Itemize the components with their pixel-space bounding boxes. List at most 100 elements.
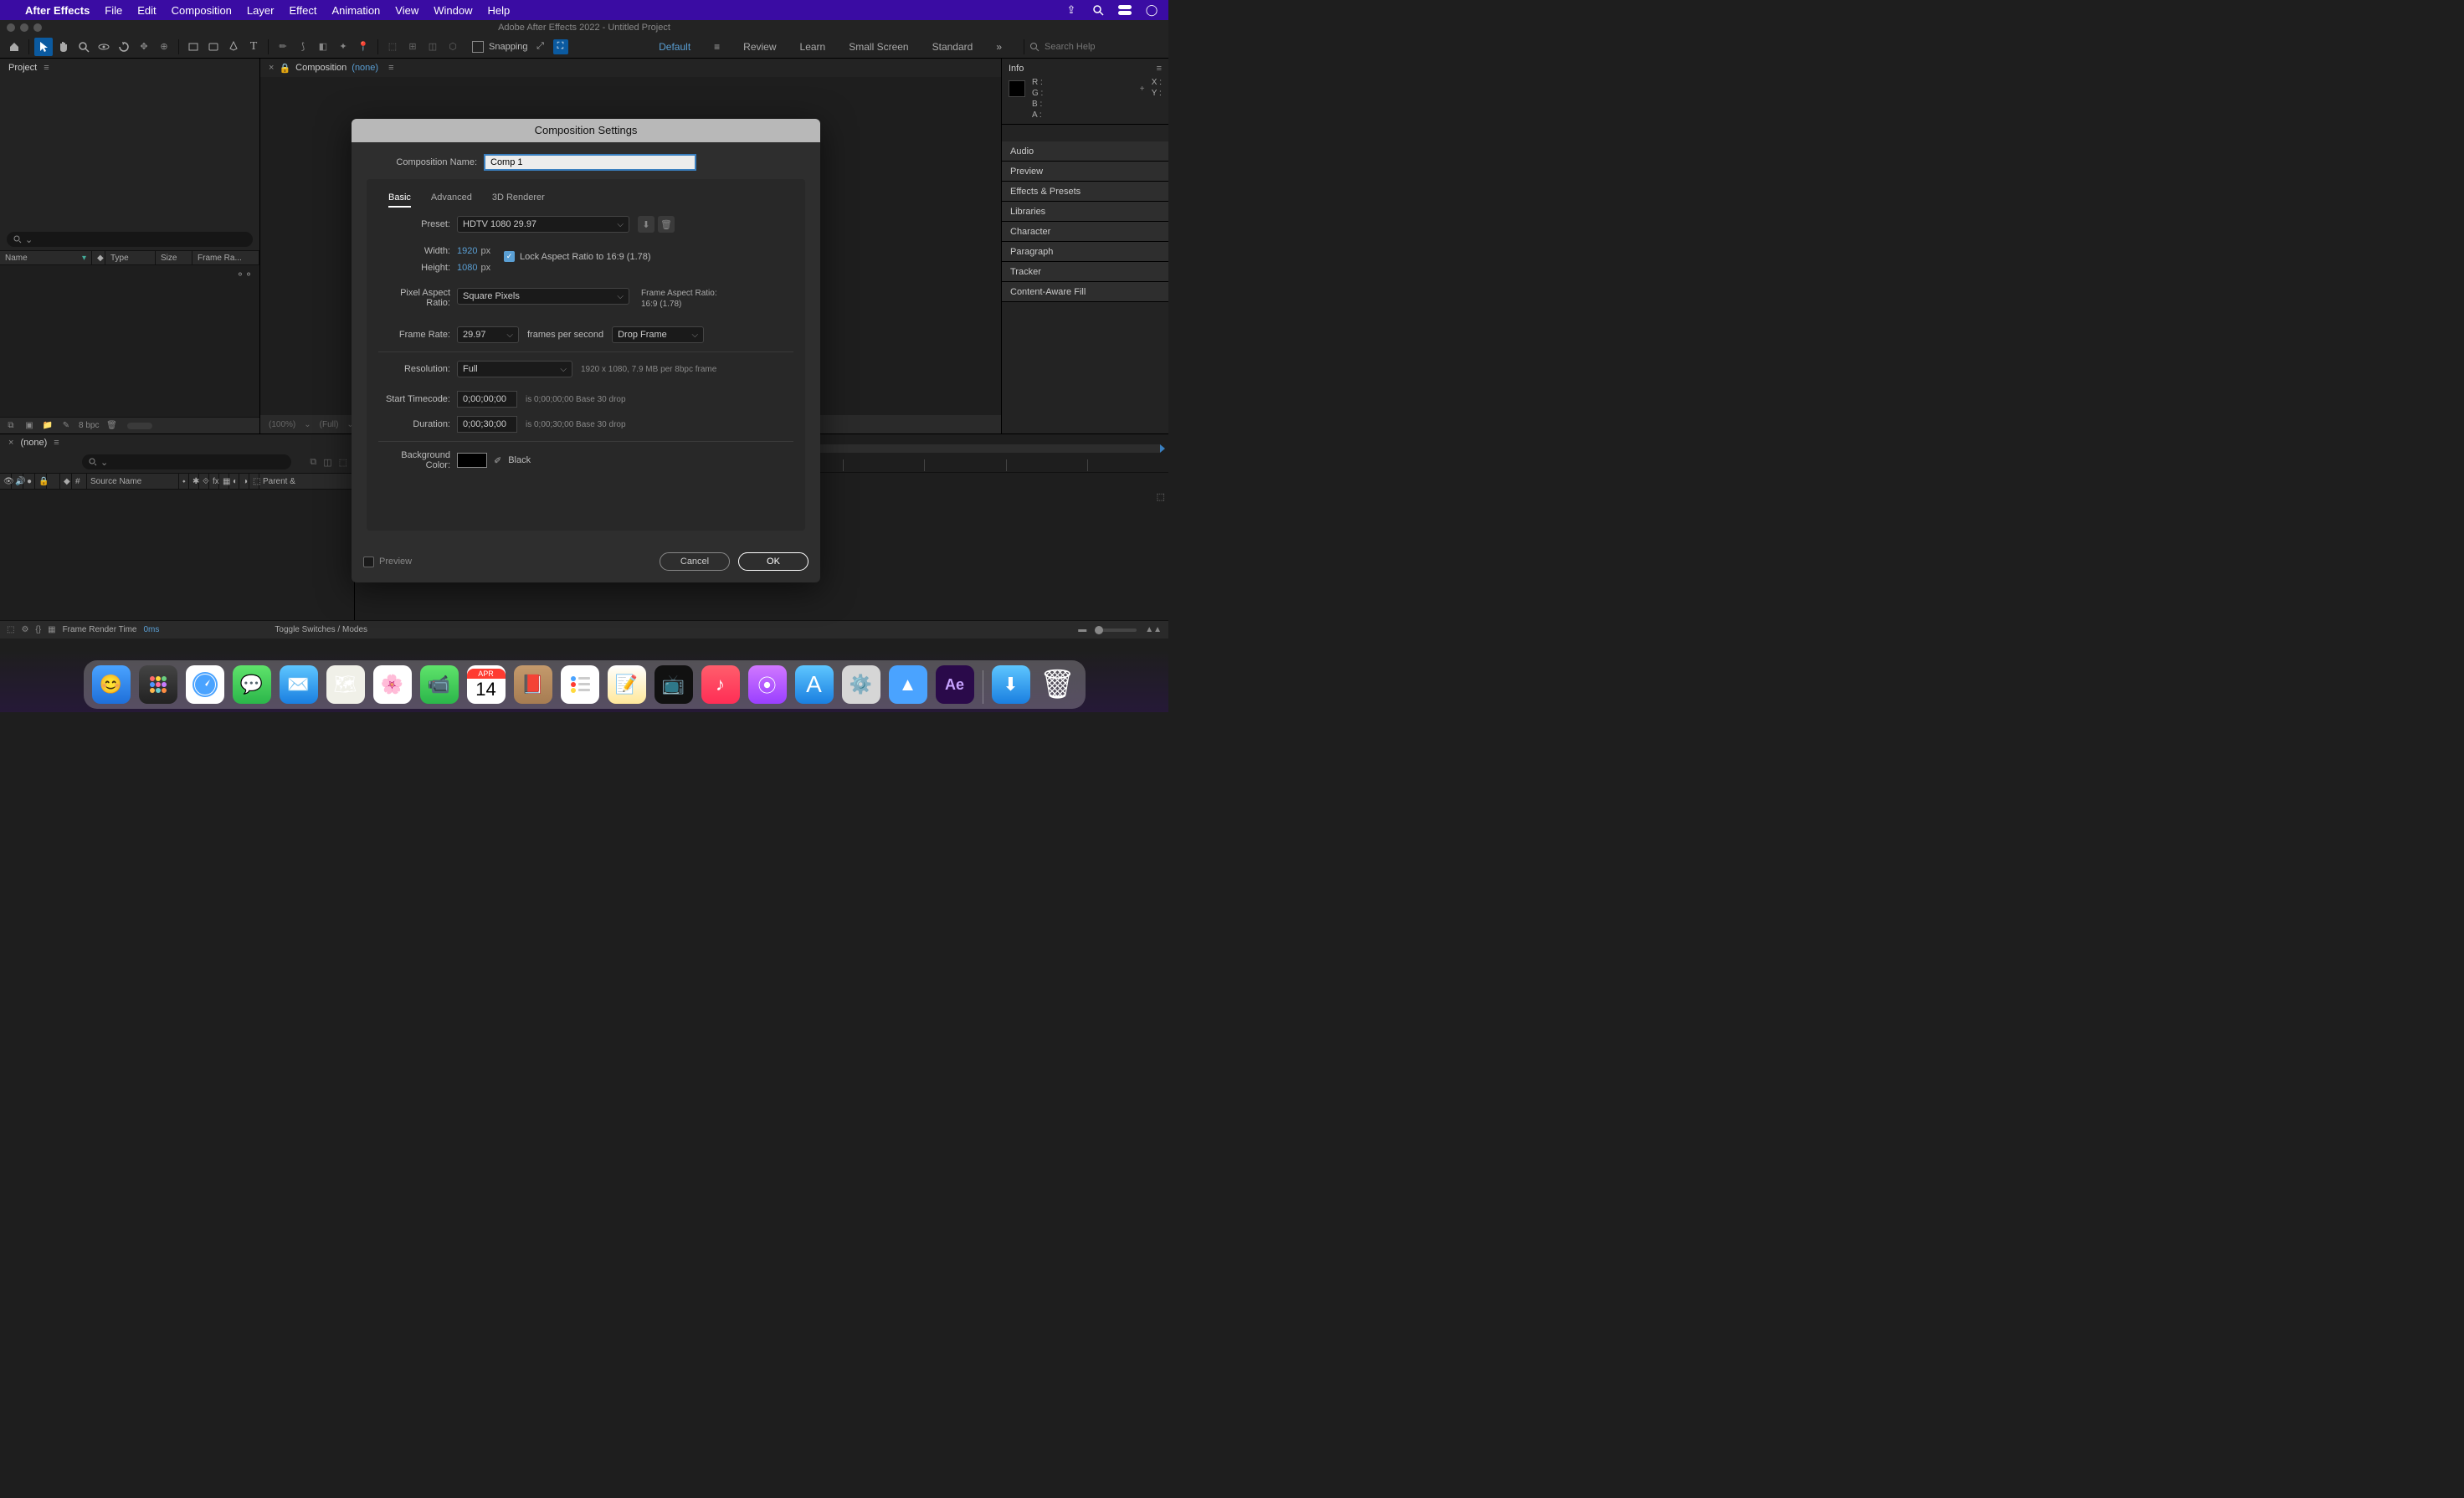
selection-tool-icon[interactable]: [34, 38, 53, 56]
podcasts-icon[interactable]: ⦿: [748, 665, 787, 704]
photos-icon[interactable]: 🌸: [373, 665, 412, 704]
zoom-out-icon[interactable]: ▬: [1078, 625, 1086, 634]
col-label-icon[interactable]: ◆: [60, 474, 72, 489]
finder-icon[interactable]: 😊: [92, 665, 131, 704]
notes-icon[interactable]: 📝: [608, 665, 646, 704]
workspace-small[interactable]: Small Screen: [849, 41, 908, 53]
shy-icon[interactable]: ⧉: [310, 457, 316, 468]
res-dropdown[interactable]: Full: [457, 361, 572, 377]
preview-checkbox[interactable]: [363, 557, 374, 567]
pan-behind-tool-icon[interactable]: ✥: [135, 38, 153, 56]
menu-help[interactable]: Help: [487, 4, 510, 17]
col-size[interactable]: Size: [156, 251, 192, 264]
fr-dropdown[interactable]: 29.97: [457, 326, 519, 343]
project-search[interactable]: ⌄: [7, 232, 253, 247]
tl-close-icon[interactable]: ×: [8, 438, 13, 448]
maps-icon[interactable]: 🗺: [326, 665, 365, 704]
width-value[interactable]: 1920: [457, 246, 477, 256]
col-3d-icon[interactable]: ⬚: [249, 474, 259, 489]
slider[interactable]: [127, 423, 152, 429]
timeline-search[interactable]: ⌄: [82, 454, 291, 469]
eraser-tool-icon[interactable]: ◧: [314, 38, 332, 56]
save-preset-icon[interactable]: ⬇: [638, 216, 654, 233]
expand-props-icon[interactable]: ⬚: [7, 625, 14, 634]
col-framerate[interactable]: Frame Ra...: [192, 251, 259, 264]
col-mb-icon[interactable]: ◐: [229, 474, 239, 489]
panel-paragraph[interactable]: Paragraph: [1002, 242, 1168, 262]
search-help-input[interactable]: [1045, 42, 1145, 52]
control-center-icon[interactable]: [1118, 3, 1132, 17]
workspace-overflow-icon[interactable]: »: [996, 41, 1002, 53]
eyedropper-icon[interactable]: ✐: [494, 455, 501, 466]
menu-view[interactable]: View: [395, 4, 418, 17]
toggle-switches-button[interactable]: Toggle Switches / Modes: [275, 625, 367, 634]
timeline-layers[interactable]: [0, 490, 354, 620]
col-shy-icon[interactable]: ⬩: [179, 474, 189, 489]
col-fb-icon[interactable]: ▦: [219, 474, 229, 489]
dur-input[interactable]: [457, 416, 517, 433]
puppet-tool-icon[interactable]: 📍: [354, 38, 372, 56]
preset-dropdown[interactable]: HDTV 1080 29.97: [457, 216, 629, 233]
reminders-icon[interactable]: [561, 665, 599, 704]
siri-icon[interactable]: ◯: [1145, 3, 1158, 17]
col-number[interactable]: #: [72, 474, 87, 489]
settings-icon[interactable]: ⚙️: [842, 665, 880, 704]
music-icon[interactable]: ♪: [701, 665, 740, 704]
graph-editor-icon[interactable]: ⬚: [1157, 491, 1165, 502]
traffic-lights[interactable]: [7, 23, 42, 32]
menu-layer[interactable]: Layer: [247, 4, 275, 17]
panel-audio[interactable]: Audio: [1002, 141, 1168, 162]
workspace-learn[interactable]: Learn: [800, 41, 826, 53]
home-tool-icon[interactable]: [5, 38, 23, 56]
messages-icon[interactable]: 💬: [233, 665, 271, 704]
ellipse-tool-icon[interactable]: [204, 38, 223, 56]
menu-composition[interactable]: Composition: [172, 4, 232, 17]
bg-color-swatch[interactable]: [457, 453, 487, 468]
snap-edges-icon[interactable]: ⛶: [553, 39, 568, 54]
world-axis-icon[interactable]: ⊞: [403, 38, 422, 56]
share-icon[interactable]: ⇪: [1065, 3, 1078, 17]
rotate-tool-icon[interactable]: [115, 38, 133, 56]
tab-3d[interactable]: 3D Renderer: [492, 192, 545, 208]
col-collapse-icon[interactable]: ⟐: [199, 474, 209, 489]
view-axis-icon[interactable]: ◫: [424, 38, 442, 56]
adjustment-icon[interactable]: ✎: [60, 420, 72, 432]
spotlight-icon[interactable]: [1091, 3, 1105, 17]
project-items[interactable]: ⚬⚬: [0, 265, 259, 417]
facetime-icon[interactable]: 📹: [420, 665, 459, 704]
cancel-button[interactable]: Cancel: [660, 552, 730, 571]
local-axis-icon[interactable]: ⬚: [383, 38, 402, 56]
panel-tracker[interactable]: Tracker: [1002, 262, 1168, 282]
panel-character[interactable]: Character: [1002, 222, 1168, 242]
col-source[interactable]: Source Name: [87, 474, 179, 489]
brackets-icon[interactable]: {}: [35, 625, 41, 634]
col-adj-icon[interactable]: ◑: [239, 474, 249, 489]
col-label-icon[interactable]: ◆: [92, 251, 105, 264]
tc-input[interactable]: [457, 391, 517, 408]
panel-preview[interactable]: Preview: [1002, 162, 1168, 182]
drop-dropdown[interactable]: Drop Frame: [612, 326, 704, 343]
project-panel-menu-icon[interactable]: ≡: [44, 63, 49, 73]
zoom-slider[interactable]: [1095, 628, 1137, 632]
launchpad-icon[interactable]: [139, 665, 177, 704]
search-help[interactable]: [1029, 42, 1163, 52]
menu-file[interactable]: File: [105, 4, 122, 17]
delete-preset-icon[interactable]: 🗑: [658, 216, 675, 233]
comp-tab-label[interactable]: Composition: [295, 63, 346, 73]
zoom-in-icon[interactable]: ▲▲: [1145, 625, 1162, 634]
appstore-icon[interactable]: A: [795, 665, 834, 704]
xcode-icon[interactable]: ▲: [889, 665, 927, 704]
ok-button[interactable]: OK: [738, 552, 808, 571]
new-folder-icon[interactable]: 📁: [42, 420, 54, 432]
orbit-tool-icon[interactable]: [95, 38, 113, 56]
grid-icon[interactable]: ⬡: [444, 38, 462, 56]
contacts-icon[interactable]: 📕: [514, 665, 552, 704]
workspace-menu-icon[interactable]: ≡: [714, 41, 720, 53]
flowchart-icon[interactable]: ⚬⚬: [236, 269, 253, 280]
workspace-review[interactable]: Review: [743, 41, 776, 53]
comp-panel-menu-icon[interactable]: ≡: [388, 63, 393, 73]
roto-tool-icon[interactable]: ✦: [334, 38, 352, 56]
close-tab-icon[interactable]: ×: [269, 63, 274, 73]
col-af-icon[interactable]: ✱: [189, 474, 199, 489]
render-queue-icon[interactable]: ▦: [48, 625, 55, 634]
